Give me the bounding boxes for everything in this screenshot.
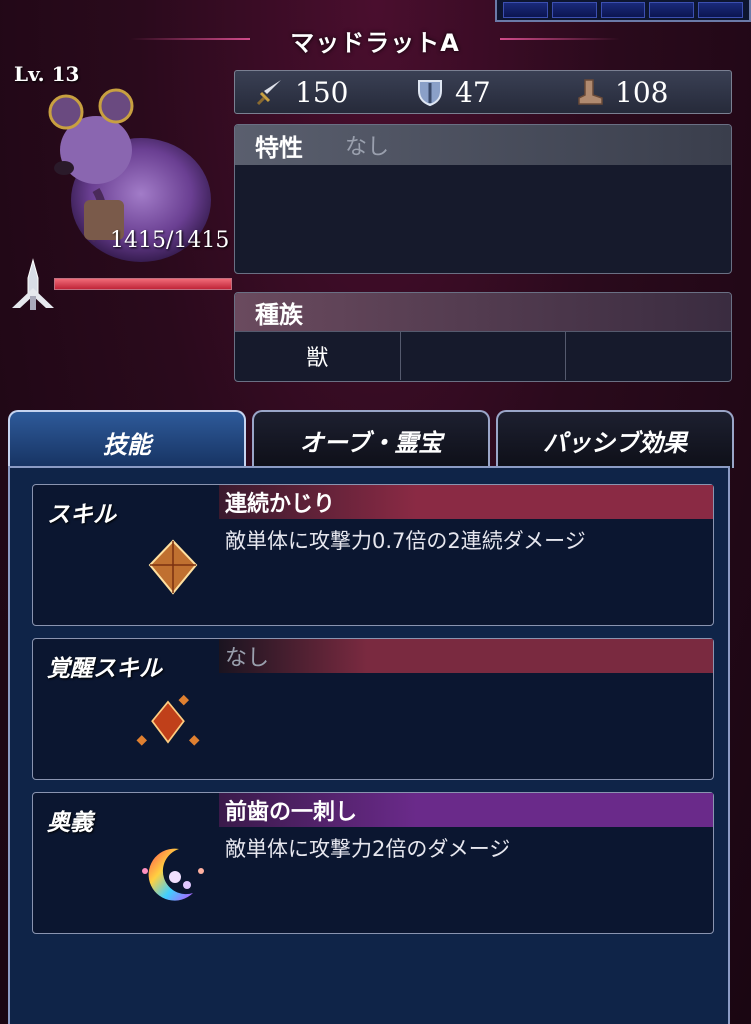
awaken-crystal-icon <box>136 694 200 746</box>
skill-type-label: 奥義 <box>47 810 93 836</box>
ougi-name: 前歯の一刺し <box>219 793 713 827</box>
hp-bar-fill <box>55 279 231 289</box>
shield-icon <box>418 80 442 107</box>
trait-label: 特性 <box>255 133 303 162</box>
skill-name: 連続かじり <box>219 485 713 519</box>
hp-readout: 1415/1415 <box>110 228 230 253</box>
tribe-label: 種族 <box>255 300 303 329</box>
tab-passive-effects[interactable]: パッシブ効果 <box>496 410 734 468</box>
title-ornament-right <box>500 38 620 40</box>
tab-orbs-relics[interactable]: オーブ・霊宝 <box>252 410 490 468</box>
skill-description: 敵単体に攻撃力0.7倍の2連続ダメージ <box>225 529 586 553</box>
top-slot-bar <box>495 0 751 22</box>
trait-header: 特性 なし <box>235 125 731 165</box>
awaken-skill-card[interactable]: 覚醒スキル なし <box>32 638 714 780</box>
stat-defense: 47 <box>415 76 555 109</box>
stats-bar: 150 47 108 <box>234 70 732 114</box>
defense-value: 47 <box>455 75 491 109</box>
top-slot <box>649 2 695 18</box>
awaken-skill-name: なし <box>219 639 713 673</box>
title-ornament-left <box>130 38 250 40</box>
attack-value: 150 <box>295 75 349 109</box>
tab-bar: 技能 オーブ・霊宝 パッシブ効果 <box>8 410 734 472</box>
skill-card[interactable]: スキル 連続かじり 敵単体に攻撃力0.7倍の2連続ダメージ <box>32 484 714 626</box>
boot-icon <box>578 79 603 105</box>
trait-panel: 特性 なし <box>234 124 732 274</box>
ougi-card[interactable]: 奥義 前歯の一刺し 敵単体に攻撃力2倍のダメージ <box>32 792 714 934</box>
stat-attack: 150 <box>255 76 395 109</box>
sword-icon <box>256 80 281 106</box>
skill-crystal-icon <box>148 539 198 595</box>
enemy-name: マッドラットA <box>290 28 460 57</box>
skill-type-label: 覚醒スキル <box>47 656 162 682</box>
top-slot <box>698 2 743 18</box>
ougi-description: 敵単体に攻撃力2倍のダメージ <box>225 837 511 861</box>
tribe-cell <box>401 332 567 380</box>
top-slot <box>503 2 548 18</box>
tribe-row: 獣 <box>235 331 731 380</box>
stat-speed: 108 <box>575 76 715 109</box>
tribe-panel: 種族 獣 <box>234 292 732 382</box>
top-slot <box>551 2 597 18</box>
title-bar: マッドラットA <box>130 22 620 58</box>
skill-type-label: スキル <box>47 502 116 528</box>
top-slot <box>600 2 646 18</box>
tribe-header: 種族 <box>235 293 731 331</box>
trait-value: なし <box>345 135 390 160</box>
hp-gauge <box>8 258 232 312</box>
tab-skills[interactable]: 技能 <box>8 410 246 472</box>
tribe-cell: 獣 <box>235 332 401 380</box>
speed-value: 108 <box>615 75 669 109</box>
hp-bar <box>54 278 232 290</box>
sword-emblem-icon <box>12 258 54 310</box>
tribe-cell <box>566 332 731 380</box>
crescent-moon-icon <box>142 848 204 901</box>
skills-content: スキル 連続かじり 敵単体に攻撃力0.7倍の2連続ダメージ 覚醒スキル なし 奥… <box>8 466 730 1024</box>
